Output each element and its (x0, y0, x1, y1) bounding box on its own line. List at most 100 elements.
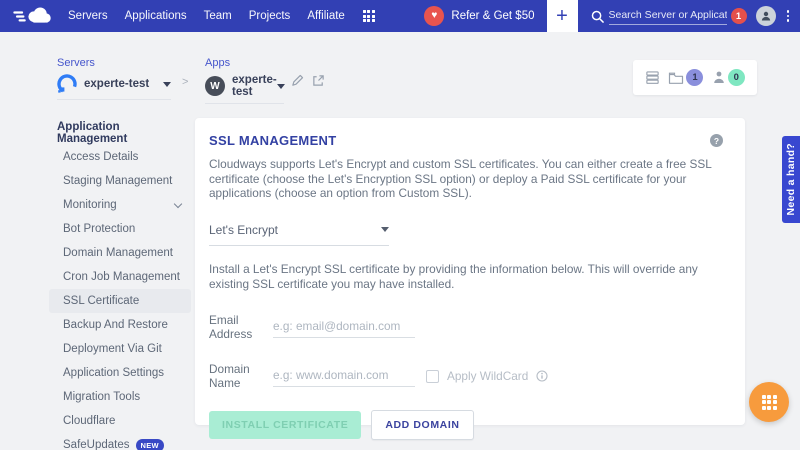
projects-count-badge: 1 (686, 69, 703, 86)
sidebar-item-access-details[interactable]: Access Details (49, 145, 191, 169)
ssl-management-card: SSL MANAGEMENT Cloudways supports Let's … (195, 118, 745, 425)
server-selector-group: Servers experte-test (57, 57, 171, 100)
domain-row: Domain Name Apply WildCard (209, 362, 731, 390)
server-stack-icon (645, 70, 660, 85)
add-domain-button[interactable]: ADD DOMAIN (371, 410, 473, 440)
apps-label: Apps (205, 57, 284, 69)
apps-grid-icon[interactable] (363, 10, 375, 22)
sidebar-item-backup-and-restore[interactable]: Backup And Restore (49, 313, 191, 337)
sidebar-item-label: Monitoring (63, 199, 117, 211)
search-area (591, 7, 727, 25)
server-dropdown[interactable]: experte-test (57, 74, 171, 100)
domain-label: Domain Name (209, 362, 273, 390)
grid-icon (762, 395, 777, 410)
search-icon (591, 10, 604, 23)
sidebar-item-label: Deployment Via Git (63, 343, 162, 355)
servers-label: Servers (57, 57, 171, 69)
sidebar-item-label: Staging Management (63, 175, 172, 187)
email-row: Email Address (209, 313, 731, 341)
sidebar-item-deployment-via-git[interactable]: Deployment Via Git (49, 337, 191, 361)
sidebar-item-label: Bot Protection (63, 223, 135, 235)
nav-item-affiliate[interactable]: Affiliate (307, 10, 345, 22)
server-dropdown-value: experte-test (84, 78, 149, 90)
team-member-icon (712, 70, 726, 85)
sidebar-item-safeupdates[interactable]: SafeUpdates NEW (49, 433, 191, 450)
app-dropdown-value: experte-test (232, 74, 277, 98)
heart-icon: ♥ (424, 6, 444, 26)
sidebar-item-cron-job-management[interactable]: Cron Job Management (49, 265, 191, 289)
install-note: Install a Let's Encrypt SSL certificate … (209, 262, 741, 292)
button-row: INSTALL CERTIFICATE ADD DOMAIN (209, 410, 731, 440)
application-sidebar: Application Management Access Details Sta… (49, 121, 191, 450)
wildcard-group: Apply WildCard (426, 369, 548, 383)
new-badge: NEW (136, 439, 164, 450)
top-navigation-bar: Servers Applications Team Projects Affiliate… (0, 0, 800, 32)
page-title: SSL MANAGEMENT (209, 133, 731, 148)
folder-icon (668, 71, 684, 85)
sidebar-item-label: SSL Certificate (63, 295, 139, 307)
nav-right-group: ♥ Refer & Get $50 + 1 (424, 0, 800, 32)
sidebar-item-label: Migration Tools (63, 391, 140, 403)
notification-badge[interactable]: 1 (731, 8, 747, 24)
ssl-type-select[interactable]: Let's Encrypt (209, 223, 389, 246)
domain-field[interactable] (273, 366, 415, 387)
chevron-down-icon (381, 227, 389, 232)
breadcrumb-separator: > (182, 76, 188, 88)
sidebar-item-label: Application Settings (63, 367, 164, 379)
sidebar-items: Access Details Staging Management Monitori… (49, 145, 191, 450)
help-icon[interactable]: ? (710, 134, 723, 147)
search-input[interactable] (609, 7, 727, 25)
sidebar-item-label: Cron Job Management (63, 271, 180, 283)
sidebar-item-domain-management[interactable]: Domain Management (49, 241, 191, 265)
sidebar-item-monitoring[interactable]: Monitoring (49, 193, 191, 217)
team-button[interactable]: 0 (712, 69, 745, 86)
nav-item-team[interactable]: Team (204, 10, 232, 22)
external-link-icon[interactable] (312, 74, 325, 87)
sidebar-item-ssl-certificate[interactable]: SSL Certificate (49, 289, 191, 313)
install-certificate-button[interactable]: INSTALL CERTIFICATE (209, 411, 361, 439)
nav-item-projects[interactable]: Projects (249, 10, 291, 22)
nav-links: Servers Applications Team Projects Affiliate (68, 10, 345, 22)
sidebar-item-cloudflare[interactable]: Cloudflare (49, 409, 191, 433)
need-a-hand-tab[interactable]: Need a hand? (782, 136, 800, 223)
app-dropdown[interactable]: W experte-test (205, 74, 284, 104)
quick-status-panel: 1 0 (633, 60, 757, 95)
user-icon (760, 10, 772, 22)
wildcard-checkbox[interactable] (426, 370, 439, 383)
sidebar-header: Application Management (49, 121, 191, 145)
sidebar-item-label: Backup And Restore (63, 319, 168, 331)
chevron-down-icon (174, 199, 182, 207)
ssl-description: Cloudways supports Let's Encrypt and cus… (209, 157, 717, 201)
nav-item-applications[interactable]: Applications (125, 10, 187, 22)
chevron-down-icon (277, 84, 285, 89)
info-icon[interactable] (536, 370, 548, 382)
sidebar-item-label: SafeUpdates (63, 439, 130, 450)
email-field[interactable] (273, 317, 415, 338)
wildcard-label: Apply WildCard (447, 369, 528, 383)
refer-label: Refer & Get $50 (451, 10, 534, 22)
sidebar-item-migration-tools[interactable]: Migration Tools (49, 385, 191, 409)
sidebar-item-bot-protection[interactable]: Bot Protection (49, 217, 191, 241)
edit-pencil-icon[interactable] (291, 74, 304, 87)
ssl-type-value: Let's Encrypt (209, 223, 278, 237)
server-provider-icon (57, 74, 77, 94)
user-avatar[interactable] (756, 6, 776, 26)
more-options-icon[interactable] (785, 8, 792, 24)
sidebar-item-label: Domain Management (63, 247, 173, 259)
server-list-button[interactable] (645, 70, 660, 85)
team-count-badge: 0 (728, 69, 745, 86)
sidebar-item-label: Cloudflare (63, 415, 115, 427)
projects-button[interactable]: 1 (668, 69, 703, 86)
app-tools (291, 74, 325, 87)
sidebar-item-staging-management[interactable]: Staging Management (49, 169, 191, 193)
cloudways-logo[interactable] (12, 5, 54, 27)
add-new-button[interactable]: + (547, 0, 578, 32)
nav-item-servers[interactable]: Servers (68, 10, 108, 22)
wordpress-icon: W (205, 76, 225, 96)
app-selector-group: Apps W experte-test (205, 57, 284, 104)
chevron-down-icon (163, 82, 171, 87)
sidebar-item-application-settings[interactable]: Application Settings (49, 361, 191, 385)
quick-actions-fab[interactable] (749, 382, 789, 422)
email-label: Email Address (209, 313, 273, 341)
refer-button[interactable]: ♥ Refer & Get $50 (424, 6, 534, 26)
